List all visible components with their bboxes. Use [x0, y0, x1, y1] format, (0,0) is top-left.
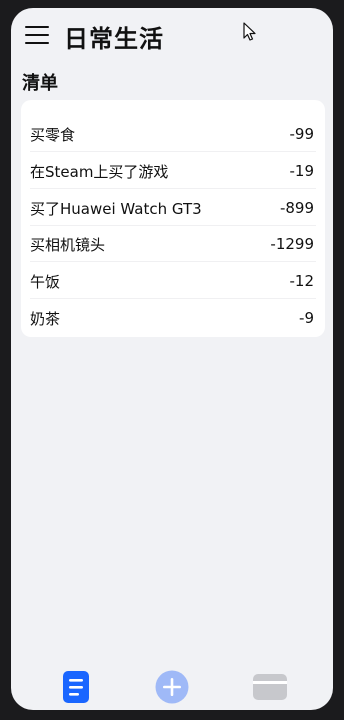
card-icon — [253, 674, 287, 700]
page-title: 日常生活 — [64, 25, 164, 53]
list-section-title: 清单 — [22, 73, 58, 94]
divider — [30, 188, 316, 189]
divider — [30, 261, 316, 262]
item-amount: -99 — [289, 125, 315, 143]
add-button[interactable] — [155, 670, 189, 704]
divider — [30, 298, 316, 299]
item-name: 买相机镜头 — [30, 235, 106, 254]
item-amount: -19 — [289, 162, 315, 180]
divider — [30, 151, 316, 152]
item-amount: -899 — [279, 199, 314, 217]
app-screen: 日常生活 清单 买零食 -99 在Steam上买了游戏 -19 买了Huawei… — [11, 8, 333, 710]
item-amount: -12 — [289, 272, 315, 290]
menu-button[interactable] — [25, 24, 51, 46]
item-name: 午饭 — [30, 272, 61, 291]
list-item[interactable]: 买了Huawei Watch GT3 -899 — [30, 190, 316, 226]
menu-icon-line — [25, 26, 49, 29]
item-name: 在Steam上买了游戏 — [30, 162, 169, 181]
tab-card[interactable] — [253, 670, 287, 704]
list-item[interactable]: 午饭 -12 — [30, 263, 316, 299]
list-item[interactable]: 奶茶 -9 — [30, 300, 316, 336]
mouse-cursor-icon — [243, 22, 256, 41]
item-name: 买了Huawei Watch GT3 — [30, 199, 202, 218]
list-icon — [63, 671, 89, 703]
list-item[interactable]: 买相机镜头 -1299 — [30, 226, 316, 262]
list-item[interactable]: 在Steam上买了游戏 -19 — [30, 153, 316, 189]
menu-icon-line — [25, 34, 49, 37]
bottom-tab-bar — [11, 658, 333, 710]
add-icon — [155, 670, 189, 704]
item-name: 奶茶 — [30, 309, 61, 328]
device-frame: 日常生活 清单 买零食 -99 在Steam上买了游戏 -19 买了Huawei… — [0, 0, 344, 720]
item-amount: -1299 — [270, 235, 314, 253]
list-item[interactable]: 买零食 -99 — [30, 116, 316, 152]
item-name: 买零食 — [30, 125, 76, 144]
expense-list-card: 买零食 -99 在Steam上买了游戏 -19 买了Huawei Watch G… — [21, 100, 325, 337]
tab-list[interactable] — [60, 670, 94, 704]
item-amount: -9 — [299, 309, 314, 327]
app-header: 日常生活 — [11, 8, 333, 64]
menu-icon-line — [25, 42, 49, 45]
